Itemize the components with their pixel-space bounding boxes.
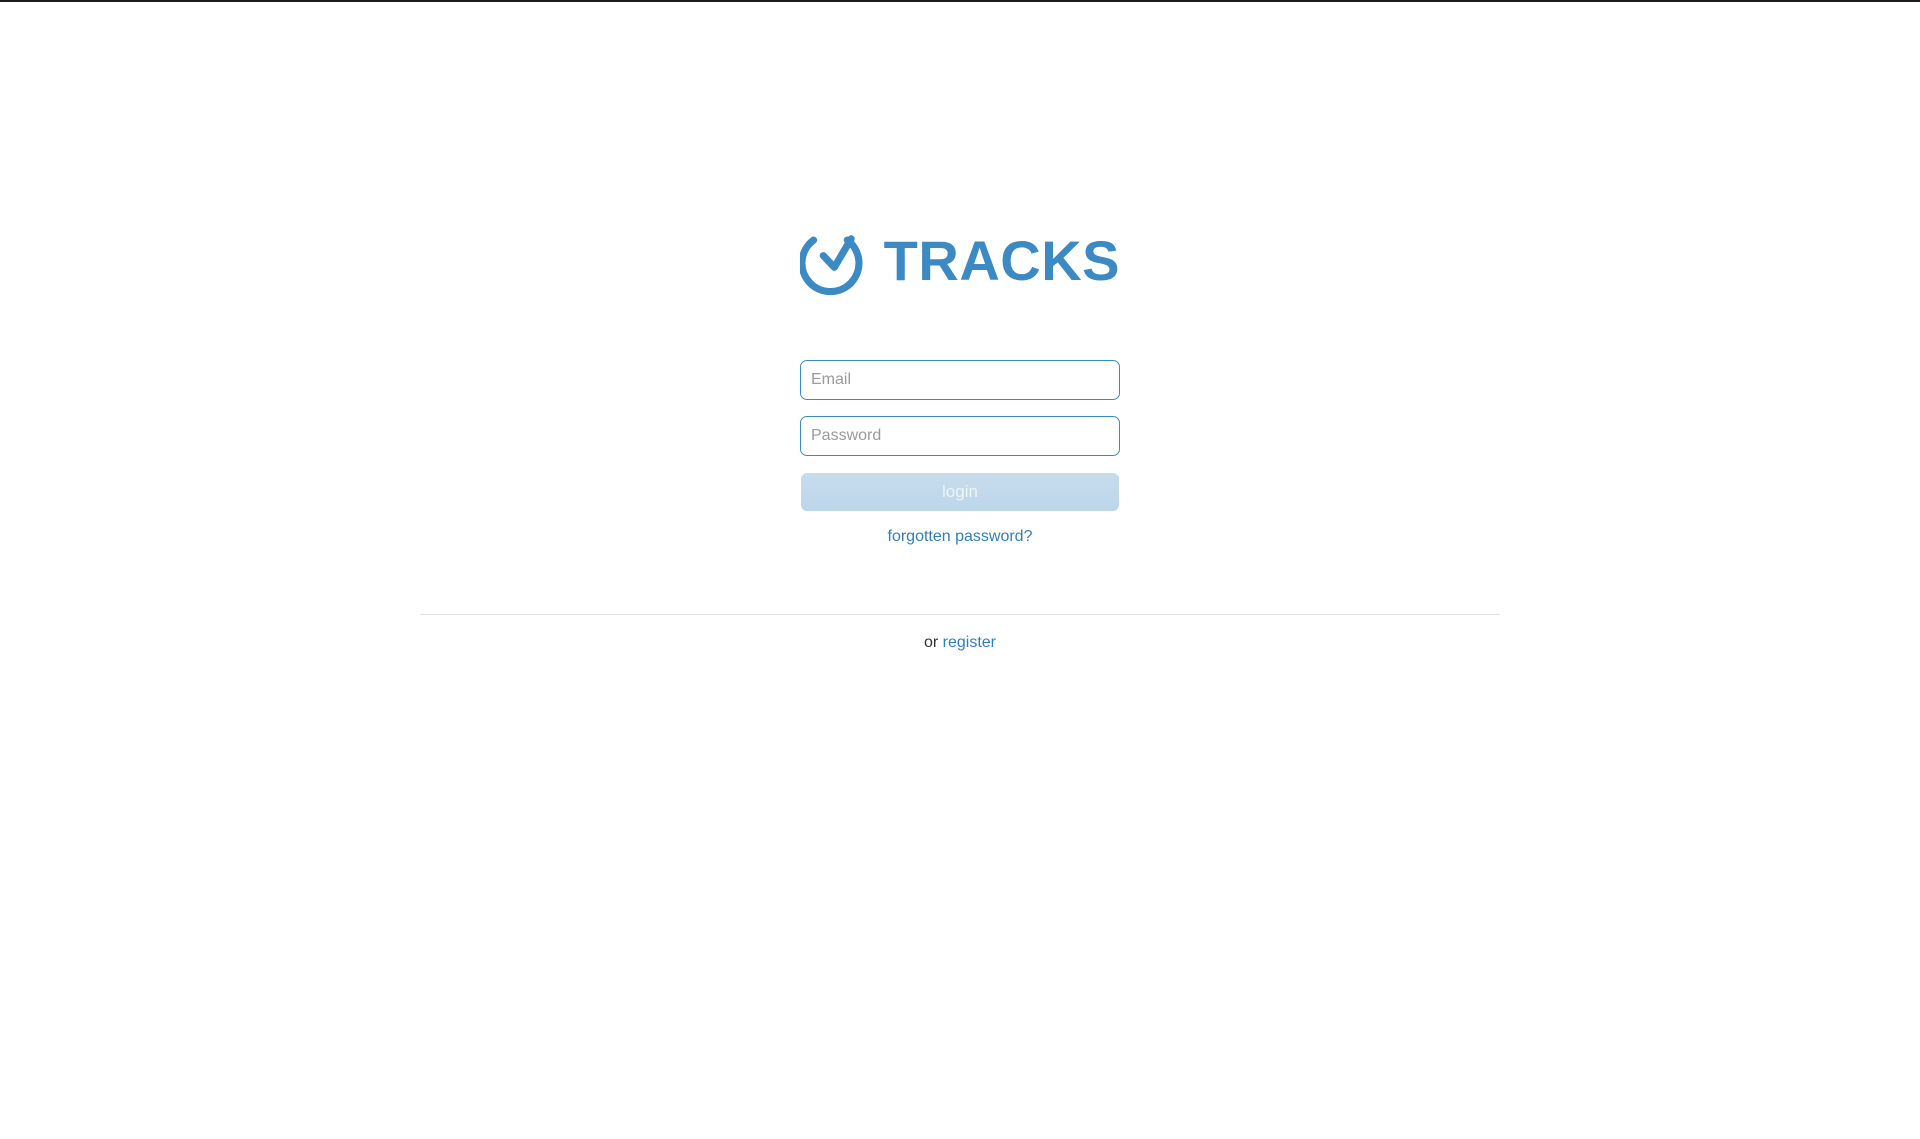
register-prefix: or: [923, 634, 939, 651]
login-button[interactable]: login: [801, 473, 1119, 511]
register-row: or register: [800, 634, 1120, 652]
top-border: [0, 0, 1920, 2]
check-circle-logo-icon: [800, 235, 863, 296]
section-divider: [420, 614, 1500, 615]
register-link[interactable]: register: [943, 634, 996, 651]
tracks-logo: TRACKS: [800, 218, 1120, 314]
password-input[interactable]: [800, 416, 1120, 456]
brand-name: TRACKS: [883, 229, 1120, 292]
forgotten-password-link[interactable]: forgotten password?: [800, 528, 1120, 546]
email-input[interactable]: [800, 360, 1120, 400]
